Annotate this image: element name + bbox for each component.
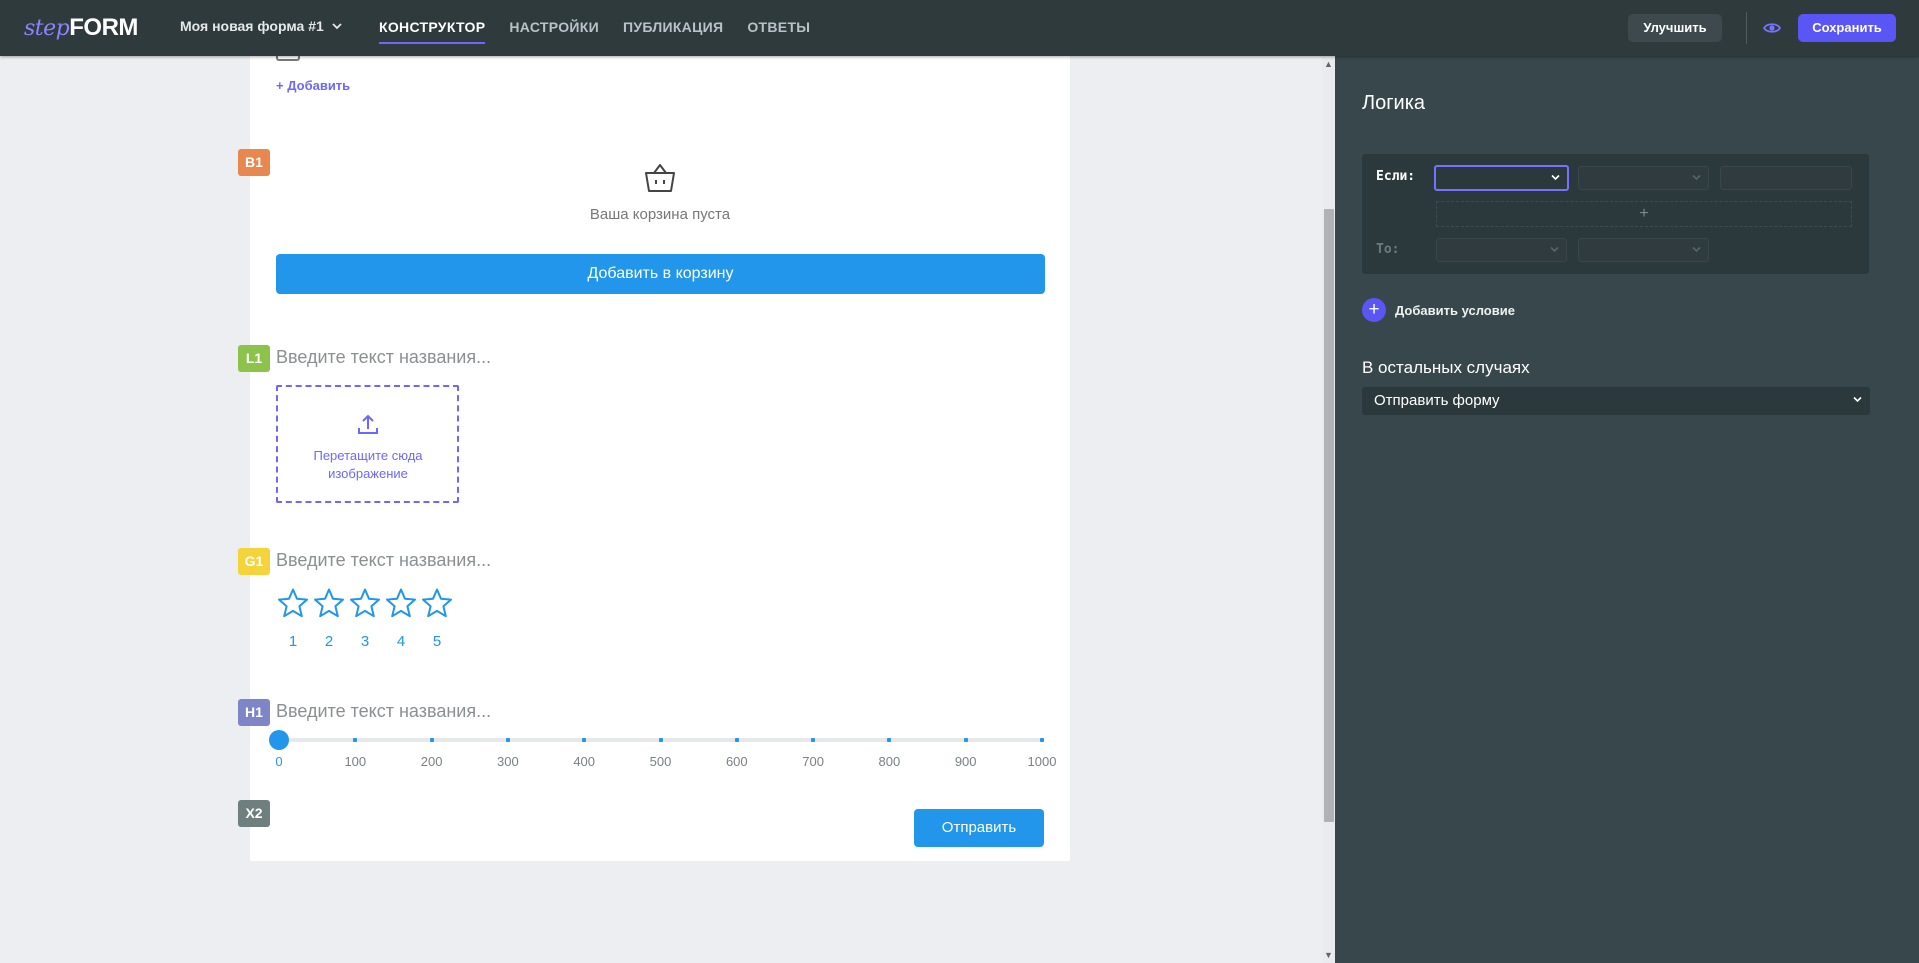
slider-label: 600 [725, 754, 748, 769]
slider-label: 1000 [1027, 754, 1057, 769]
tab-label: НАСТРОЙКИ [509, 19, 599, 35]
slider-label: 500 [649, 754, 672, 769]
star-number: 5 [432, 633, 442, 650]
image-dropzone[interactable]: Перетащите сюда изображение [276, 385, 459, 503]
slider-tick [658, 738, 663, 742]
tab-settings[interactable]: НАСТРОЙКИ [509, 0, 599, 56]
star-number: 4 [396, 633, 406, 650]
improve-button[interactable]: Улучшить [1628, 14, 1722, 42]
slider-tick [811, 738, 816, 742]
if-label: Если: [1376, 169, 1416, 184]
basket-icon [645, 164, 675, 192]
logo-step-text: step [24, 16, 70, 41]
chevron-down-icon [1550, 246, 1559, 253]
then-action-select[interactable] [1436, 238, 1567, 262]
scroll-up-arrow-icon[interactable]: ▲ [1322, 57, 1335, 71]
star-number: 3 [360, 633, 370, 650]
if-field-select[interactable] [1434, 165, 1569, 191]
else-action-select[interactable]: Отправить форму [1362, 387, 1870, 415]
add-condition-label: Добавить условие [1395, 302, 1515, 318]
add-and-condition-button[interactable]: + [1436, 201, 1852, 227]
slider-label: 300 [497, 754, 519, 769]
slider-tick [963, 738, 968, 742]
then-target-select[interactable] [1578, 238, 1709, 262]
block-badge-l1[interactable]: L1 [238, 345, 270, 372]
chevron-down-icon [332, 23, 342, 30]
add-condition-button[interactable]: + Добавить условие [1362, 298, 1515, 322]
partial-checkbox [276, 56, 300, 61]
slider-label: 0 [275, 754, 283, 769]
dropzone-text: Перетащите сюда изображение [288, 447, 448, 483]
else-action-value: Отправить форму [1374, 392, 1500, 409]
form-name: Моя новая форма #1 [180, 18, 324, 34]
plus-icon: + [1362, 298, 1386, 322]
star-icon[interactable] [349, 587, 381, 619]
star-icon[interactable] [277, 587, 309, 619]
image-title-placeholder[interactable]: Введите текст названия... [276, 347, 491, 368]
star-icon[interactable] [313, 587, 345, 619]
slider-tick [887, 738, 892, 742]
star-icon[interactable] [385, 587, 417, 619]
stepform-logo[interactable]: stepFORM [24, 14, 138, 43]
slider-tick [734, 738, 739, 742]
cart-empty-text: Ваша корзина пуста [589, 206, 731, 223]
logo-form-text: FORM [69, 14, 138, 41]
tab-label: ОТВЕТЫ [747, 19, 811, 35]
form-name-dropdown[interactable]: Моя новая форма #1 [180, 18, 342, 34]
if-operator-select[interactable] [1578, 166, 1709, 190]
rating-title-placeholder[interactable]: Введите текст названия... [276, 550, 491, 571]
slider-tick [1040, 738, 1044, 742]
chevron-down-icon [1692, 246, 1701, 253]
tab-answers[interactable]: ОТВЕТЫ [747, 0, 810, 56]
rating-numbers: 1 2 3 4 5 [277, 633, 453, 650]
submit-button[interactable]: Отправить [914, 809, 1044, 847]
slider-tick [505, 738, 510, 742]
chevron-down-icon [1692, 174, 1701, 181]
dropzone-line-2: изображение [328, 466, 408, 481]
chevron-down-icon [1853, 396, 1862, 403]
if-value-input[interactable] [1720, 166, 1852, 190]
rating-stars [277, 587, 453, 619]
slider-label: 200 [420, 754, 443, 769]
dropzone-line-1: Перетащите сюда [313, 448, 423, 463]
star-icon[interactable] [421, 587, 453, 619]
slider-tick [353, 738, 358, 742]
star-number: 2 [324, 633, 334, 650]
slider-tick [582, 738, 587, 742]
slider-thumb[interactable] [269, 730, 289, 750]
save-button[interactable]: Сохранить [1798, 14, 1896, 42]
block-badge-x2[interactable]: X2 [238, 800, 270, 827]
tab-label: ПУБЛИКАЦИЯ [622, 19, 724, 35]
preview-eye-icon[interactable] [1762, 18, 1782, 38]
slider-label: 700 [802, 754, 824, 769]
star-number: 1 [288, 633, 298, 650]
slider-tick [429, 738, 434, 742]
tab-publication[interactable]: ПУБЛИКАЦИЯ [623, 0, 723, 56]
slider-title-placeholder[interactable]: Введите текст названия... [276, 701, 491, 722]
else-title: В остальных случаях [1362, 358, 1530, 377]
tab-constructor[interactable]: КОНСТРУКТОР [379, 0, 486, 56]
tab-label: КОНСТРУКТОР [379, 17, 486, 44]
top-bar: stepFORM Моя новая форма #1 КОНСТРУКТОР … [0, 0, 1919, 56]
main-nav: КОНСТРУКТОР НАСТРОЙКИ ПУБЛИКАЦИЯ ОТВЕТЫ [379, 0, 810, 56]
upload-icon [358, 415, 378, 434]
scroll-down-arrow-icon[interactable]: ▼ [1322, 948, 1335, 962]
block-badge-h1[interactable]: H1 [238, 699, 270, 726]
slider-label: 100 [344, 754, 367, 769]
slider-track[interactable] [269, 730, 1044, 750]
slider-label: 800 [878, 754, 901, 769]
then-label: То: [1376, 242, 1400, 257]
block-badge-b1[interactable]: B1 [238, 149, 270, 176]
block-badge-g1[interactable]: G1 [238, 548, 270, 575]
slider-label: 900 [954, 754, 977, 769]
add-to-cart-button[interactable]: Добавить в корзину [276, 254, 1045, 294]
scroll-thumb[interactable] [1324, 209, 1334, 822]
logic-title: Логика [1362, 92, 1426, 114]
add-option-link[interactable]: + Добавить [276, 78, 350, 93]
divider [1746, 12, 1747, 44]
slider-label: 400 [573, 754, 596, 769]
chevron-down-icon [1551, 174, 1560, 181]
